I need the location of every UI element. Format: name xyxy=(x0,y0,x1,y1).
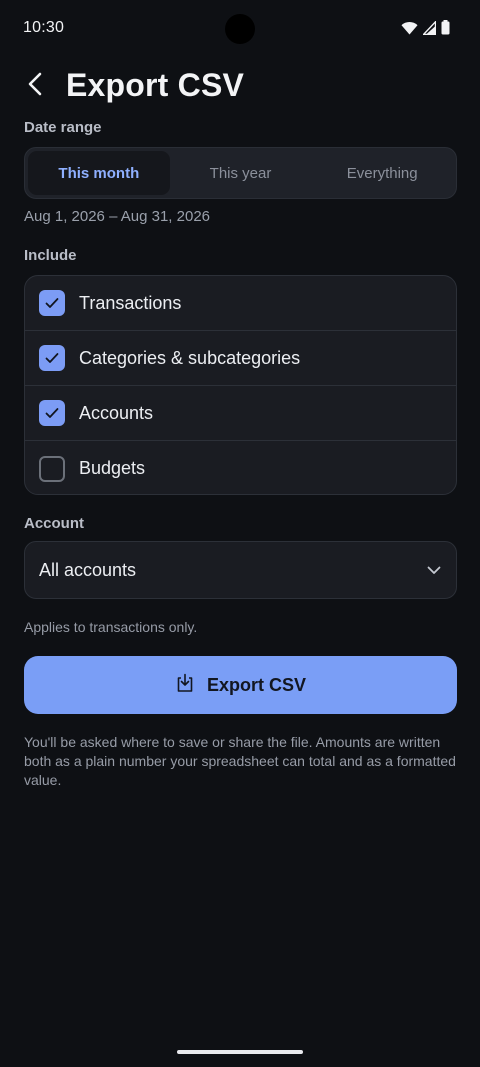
home-indicator[interactable] xyxy=(177,1050,303,1054)
categories-label: Categories & subcategories xyxy=(79,347,301,368)
status-bar: 10:30 xyxy=(0,0,480,58)
segment-this-month[interactable]: This month xyxy=(28,151,170,195)
account-select-value: All accounts xyxy=(39,559,137,580)
categories-checkbox[interactable] xyxy=(39,345,65,371)
camera-cutout xyxy=(225,14,255,44)
account-hint: Applies to transactions only. xyxy=(24,619,198,635)
transactions-checkbox[interactable] xyxy=(39,290,65,316)
back-arrow-icon xyxy=(26,72,46,101)
wifi-icon xyxy=(401,21,418,35)
date-range-text: Aug 1, 2026 – Aug 31, 2026 xyxy=(24,208,210,225)
back-button[interactable] xyxy=(18,68,54,104)
segment-this-year[interactable]: This year xyxy=(170,151,312,195)
page-title: Export CSV xyxy=(66,67,245,103)
include-transactions-row[interactable]: Transactions xyxy=(25,276,456,331)
status-icons xyxy=(401,20,450,35)
account-select[interactable]: All accounts xyxy=(24,541,457,599)
segment-everything[interactable]: Everything xyxy=(311,151,453,195)
include-categories-row[interactable]: Categories & subcategories xyxy=(25,331,456,386)
accounts-checkbox[interactable] xyxy=(39,400,65,426)
transactions-label: Transactions xyxy=(79,292,182,313)
download-icon xyxy=(175,673,195,698)
battery-icon xyxy=(441,20,450,35)
accounts-label: Accounts xyxy=(79,402,154,423)
export-csv-button[interactable]: Export CSV xyxy=(24,656,457,714)
check-icon xyxy=(45,298,59,308)
signal-icon xyxy=(423,20,436,35)
include-budgets-row[interactable]: Budgets xyxy=(25,441,456,494)
include-accounts-row[interactable]: Accounts xyxy=(25,386,456,441)
chevron-down-icon xyxy=(412,566,456,575)
budgets-label: Budgets xyxy=(79,458,146,478)
date-range-label: Date range xyxy=(24,119,102,136)
include-label: Include xyxy=(24,247,77,264)
check-icon xyxy=(45,408,59,418)
include-options-card: Transactions Categories & subcategories … xyxy=(24,275,457,495)
account-label: Account xyxy=(24,515,84,532)
app-bar: Export CSV xyxy=(0,60,480,114)
export-button-label: Export CSV xyxy=(206,674,307,695)
date-range-segmented-control: This month This year Everything xyxy=(24,147,457,199)
budgets-checkbox[interactable] xyxy=(39,455,65,482)
status-time: 10:30 xyxy=(23,19,65,36)
export-footnote: You'll be asked where to save or share t… xyxy=(24,734,456,788)
check-icon xyxy=(45,353,59,363)
